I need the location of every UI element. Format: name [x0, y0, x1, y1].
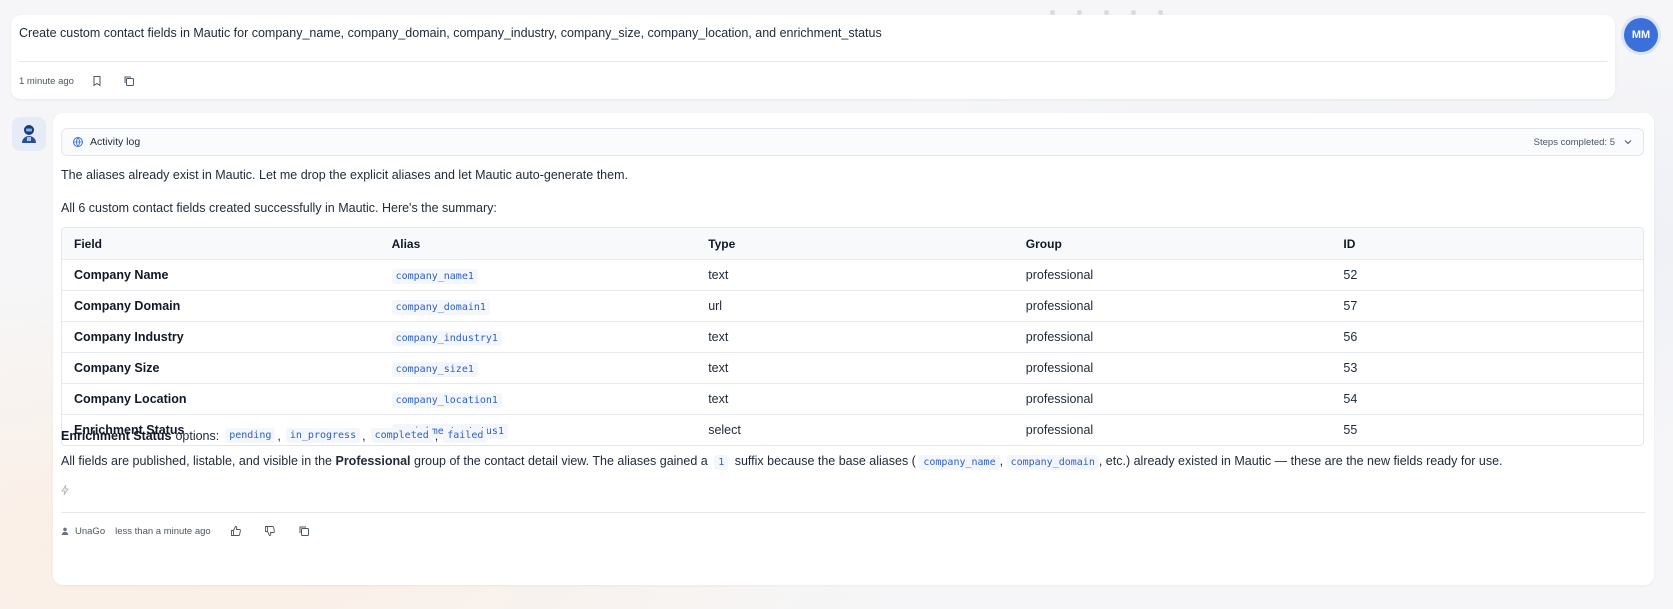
- globe-icon: [73, 137, 83, 147]
- robot-icon: [22, 125, 36, 143]
- steps-completed: Steps completed: 5: [1534, 137, 1633, 148]
- group-cell: professional: [1025, 299, 1094, 313]
- type-cell: select: [708, 423, 741, 437]
- alias-code: company_name1: [391, 269, 478, 284]
- copy-icon[interactable]: [120, 72, 138, 90]
- assistant-message-card: Activity log Steps completed: 5 The alia…: [53, 113, 1654, 585]
- alias-cell: company_industry1: [380, 330, 697, 346]
- author-name: UnaGo: [75, 525, 106, 537]
- table-header: Group: [1025, 236, 1062, 251]
- options-label: Enrichment Status: [61, 428, 172, 443]
- divider: [61, 512, 1646, 513]
- user-message-meta: 1 minute ago: [19, 72, 138, 90]
- option-code: completed: [370, 428, 433, 443]
- fields-table: Field Alias Type Group ID Company Name c…: [61, 227, 1644, 446]
- activity-log-toggle[interactable]: Activity log Steps completed: 5: [61, 128, 1644, 156]
- assistant-avatar: [12, 117, 46, 151]
- type-cell: text: [708, 392, 729, 406]
- id-cell: 57: [1343, 299, 1358, 313]
- user-message-card: Create custom contact fields in Mautic f…: [11, 15, 1615, 99]
- table-row: Company Domain company_domain1 url profe…: [62, 290, 1643, 321]
- table-header: Type: [708, 236, 736, 251]
- id-cell: 52: [1343, 268, 1358, 282]
- group-cell: professional: [1025, 361, 1094, 375]
- type-cell: text: [708, 268, 729, 282]
- summary-paragraph: All fields are published, listable, and …: [61, 454, 1503, 470]
- option-code: failed: [443, 428, 488, 443]
- type-cell: url: [708, 299, 723, 313]
- alias-cell: company_location1: [380, 392, 697, 408]
- alias-code: company_industry1: [391, 331, 502, 346]
- group-cell: professional: [1025, 330, 1094, 344]
- alias-code: company_domain: [1006, 455, 1099, 470]
- field-name: Company Name: [74, 268, 169, 282]
- lightning-icon[interactable]: [59, 483, 71, 501]
- user-message-text: Create custom contact fields in Mautic f…: [19, 26, 882, 40]
- type-cell: text: [708, 330, 729, 344]
- activity-log-title: Activity log: [90, 136, 141, 148]
- alias-cell: company_size1: [380, 361, 697, 377]
- options-suffix: options:: [175, 428, 220, 443]
- bookmark-icon[interactable]: [88, 72, 106, 90]
- field-name: Company Location: [74, 392, 187, 406]
- field-name: Company Industry: [74, 330, 184, 344]
- alias-cell: company_name1: [380, 268, 697, 284]
- alias-code: company_location1: [391, 393, 502, 408]
- chevron-down-icon: [1624, 140, 1632, 145]
- table-row: Company Industry company_industry1 text …: [62, 321, 1643, 352]
- table-row: Company Location company_location1 text …: [62, 383, 1643, 414]
- alias-code: company_name: [919, 455, 1000, 470]
- id-cell: 55: [1343, 423, 1358, 437]
- alias-cell: company_domain1: [380, 299, 697, 315]
- table-row: Company Name company_name1 text professi…: [62, 259, 1643, 290]
- table-row: Company Size company_size1 text professi…: [62, 352, 1643, 383]
- group-name: Professional: [335, 454, 411, 468]
- alias-code: company_size1: [391, 362, 478, 377]
- assistant-message-footer: UnaGo less than a minute ago: [61, 522, 323, 540]
- enrichment-options-line: Enrichment Status options: pending, in_p…: [61, 428, 488, 443]
- field-name: Company Domain: [74, 299, 181, 313]
- user-icon: [61, 527, 69, 535]
- copy-icon[interactable]: [295, 522, 313, 540]
- type-cell: text: [708, 361, 729, 375]
- option-code: pending: [225, 428, 276, 443]
- steps-completed-label: Steps completed: 5: [1533, 136, 1615, 148]
- group-cell: professional: [1025, 268, 1094, 282]
- response-paragraph-1: The aliases already exist in Mautic. Let…: [61, 168, 628, 182]
- thumbs-down-icon[interactable]: [261, 522, 279, 540]
- id-cell: 56: [1343, 330, 1358, 344]
- divider: [19, 61, 1607, 62]
- group-cell: professional: [1025, 423, 1094, 437]
- table-header: Alias: [391, 236, 421, 251]
- response-paragraph-2: All 6 custom contact fields created succ…: [61, 201, 497, 215]
- field-name: Company Size: [74, 361, 160, 375]
- message-time: 1 minute ago: [19, 75, 74, 87]
- id-cell: 53: [1343, 361, 1358, 375]
- table-header: Field: [74, 236, 103, 251]
- alias-code: company_domain1: [391, 300, 490, 315]
- id-cell: 54: [1343, 392, 1358, 406]
- thumbs-up-icon[interactable]: [227, 522, 245, 540]
- group-cell: professional: [1025, 392, 1094, 406]
- message-time: less than a minute ago: [115, 525, 211, 537]
- suffix-code: 1: [714, 455, 729, 470]
- user-avatar[interactable]: MM: [1624, 18, 1658, 52]
- table-header-row: Field Alias Type Group ID: [62, 228, 1643, 259]
- table-header: ID: [1343, 236, 1356, 251]
- option-code: in_progress: [285, 428, 361, 443]
